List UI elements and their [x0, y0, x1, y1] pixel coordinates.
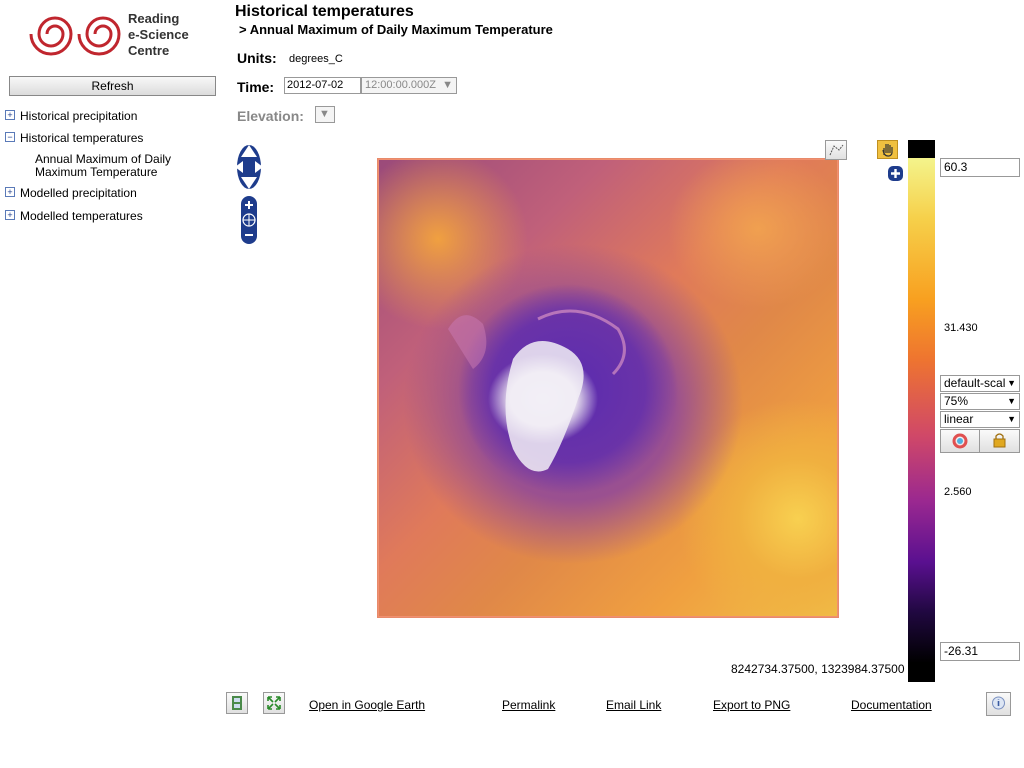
sidebar-item-historical-precipitation[interactable]: Historical precipitation	[20, 109, 137, 123]
open-google-earth-link[interactable]: Open in Google Earth	[309, 698, 425, 712]
zoom-control[interactable]	[240, 196, 258, 244]
animation-button[interactable]	[226, 692, 248, 714]
fullscreen-button[interactable]	[263, 692, 285, 714]
dropdown-arrow-icon: ▼	[1007, 396, 1016, 406]
expand-arrows-icon	[267, 696, 281, 710]
layer-switcher-icon[interactable]	[887, 165, 904, 182]
page-title: Historical temperatures	[235, 3, 414, 20]
palette-select[interactable]: default-scal ▼	[940, 375, 1020, 392]
scale-mid-low: 2.560	[944, 486, 972, 498]
logo-line-2: e-Science	[128, 27, 189, 42]
palette-button[interactable]	[940, 429, 980, 453]
color-wheel-icon	[952, 433, 968, 449]
scaling-select-value: linear	[944, 412, 974, 426]
expand-icon[interactable]: +	[5, 110, 15, 120]
time-select[interactable]: 12:00:00.000Z ▼	[361, 77, 457, 94]
opacity-select[interactable]: 75% ▼	[940, 393, 1020, 410]
export-png-link[interactable]: Export to PNG	[713, 698, 790, 712]
sidebar-item-annual-max-temperature[interactable]: Annual Maximum of Daily Maximum Temperat…	[35, 153, 225, 179]
page-subtitle: > Annual Maximum of Daily Maximum Temper…	[239, 22, 553, 37]
logo-line-3: Centre	[128, 43, 170, 58]
dropdown-arrow-icon: ▼	[442, 79, 453, 91]
time-select-value: 12:00:00.000Z	[365, 79, 436, 91]
scale-max-input[interactable]: 60.3	[940, 158, 1020, 177]
date-field[interactable]: 2012-07-02	[284, 77, 361, 94]
colorbar-below-range	[908, 663, 935, 682]
expand-icon[interactable]: +	[5, 210, 15, 220]
scale-min-input[interactable]: -26.31	[940, 642, 1020, 661]
refresh-button[interactable]: Refresh	[9, 76, 216, 96]
map-overlay	[448, 309, 626, 472]
coordinate-readout: 8242734.37500, 1323984.37500	[731, 662, 905, 676]
info-icon	[992, 696, 1005, 710]
dropdown-arrow-icon: ▼	[1007, 378, 1016, 388]
expand-icon[interactable]: +	[5, 187, 15, 197]
dropdown-arrow-icon: ▼	[1007, 414, 1016, 424]
documentation-link[interactable]: Documentation	[851, 698, 932, 712]
sidebar-item-modelled-temperatures[interactable]: Modelled temperatures	[20, 209, 143, 223]
elevation-select[interactable]: ▼	[315, 106, 335, 123]
lock-scale-button[interactable]	[979, 429, 1020, 453]
info-button[interactable]	[986, 692, 1011, 716]
sidebar-item-historical-temperatures[interactable]: Historical temperatures	[20, 131, 143, 145]
palette-select-value: default-scal	[944, 376, 1006, 390]
dropdown-arrow-icon: ▼	[319, 108, 330, 120]
logo-spiral-icon	[29, 16, 121, 56]
map-view[interactable]	[377, 158, 839, 618]
scale-mid-high: 31.430	[944, 322, 978, 334]
draw-path-button[interactable]	[825, 140, 847, 160]
colorbar	[908, 158, 935, 663]
scaling-select[interactable]: linear ▼	[940, 411, 1020, 428]
permalink-link[interactable]: Permalink	[502, 698, 555, 712]
colorbar-above-range	[908, 140, 935, 158]
pan-hand-button[interactable]	[877, 140, 898, 159]
sidebar-item-modelled-precipitation[interactable]: Modelled precipitation	[20, 186, 137, 200]
elevation-label: Elevation:	[237, 108, 304, 124]
lock-icon	[993, 433, 1006, 448]
opacity-select-value: 75%	[944, 394, 969, 408]
time-label: Time:	[237, 79, 275, 95]
collapse-icon[interactable]: −	[5, 132, 15, 142]
path-icon	[829, 144, 844, 156]
units-value: degrees_C	[289, 53, 343, 65]
email-link[interactable]: Email Link	[606, 698, 661, 712]
logo: Reading e-Science Centre	[27, 8, 207, 60]
film-icon	[232, 696, 242, 710]
hand-icon	[882, 144, 893, 157]
logo-line-1: Reading	[128, 11, 180, 26]
pan-control[interactable]	[231, 141, 267, 193]
units-label: Units:	[237, 50, 277, 66]
